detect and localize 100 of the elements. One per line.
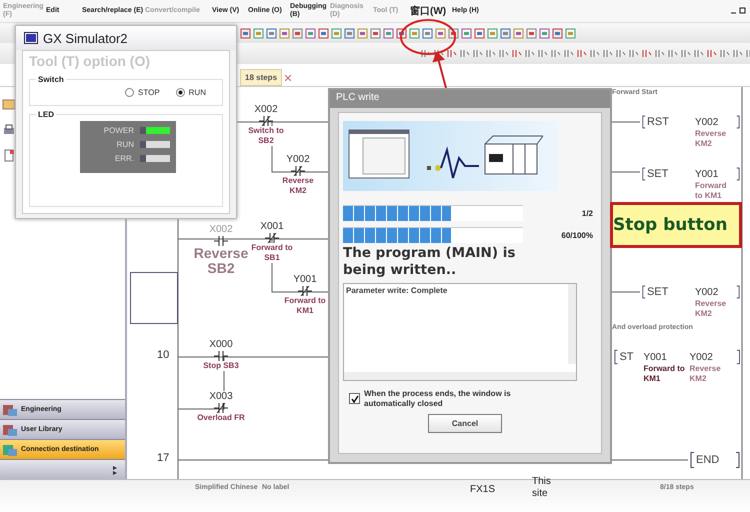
toolbar-icon[interactable] bbox=[615, 48, 626, 59]
toolbar-icon[interactable] bbox=[318, 28, 329, 38]
toolbar-icon[interactable] bbox=[357, 28, 368, 38]
minimize-icon[interactable] bbox=[730, 6, 746, 16]
toolbar-icon[interactable] bbox=[513, 28, 524, 38]
toolbar-icon[interactable] bbox=[266, 28, 277, 38]
toolbar-icon[interactable] bbox=[706, 48, 717, 59]
toolbar-icon[interactable] bbox=[667, 48, 678, 59]
led-label: POWER bbox=[104, 126, 134, 135]
toolbar-icon[interactable] bbox=[602, 48, 613, 59]
device-comment: Overload FR bbox=[197, 413, 245, 423]
toolbar-icon[interactable] bbox=[383, 28, 394, 38]
toolbar-icon[interactable] bbox=[422, 28, 433, 38]
toolbar-icon[interactable] bbox=[305, 28, 316, 38]
group-label: Switch bbox=[37, 75, 65, 84]
group-label: LED bbox=[37, 110, 55, 119]
toolbar-icon[interactable] bbox=[524, 48, 535, 59]
toolbar-icon[interactable] bbox=[487, 28, 498, 38]
app-icon bbox=[24, 32, 38, 44]
toolbar-icon[interactable] bbox=[654, 48, 665, 59]
progress-reading: 60/100% bbox=[560, 230, 594, 240]
toolbar-icon[interactable] bbox=[552, 28, 563, 38]
instruction-label: RST bbox=[646, 115, 670, 130]
highlight-circle bbox=[399, 18, 457, 56]
checkbox-label: When the process ends, the window is automatically closed bbox=[364, 389, 512, 409]
toolbar-icon[interactable] bbox=[409, 28, 420, 38]
log-field[interactable]: Parameter write: Complete bbox=[343, 283, 577, 381]
toolbar-icon[interactable] bbox=[732, 48, 743, 59]
document-icon[interactable] bbox=[2, 149, 16, 163]
toolbar-icon[interactable] bbox=[719, 48, 730, 59]
device-comment: Stop SB3 bbox=[203, 361, 239, 371]
radio-icon bbox=[125, 88, 134, 97]
toolbar-icon[interactable] bbox=[589, 48, 600, 59]
toolbar-icon[interactable] bbox=[344, 28, 355, 38]
toolbar-icon[interactable] bbox=[680, 48, 691, 59]
bracket-icon bbox=[690, 452, 695, 468]
led-label: RUN bbox=[116, 140, 134, 149]
contact-icon[interactable] bbox=[214, 236, 228, 246]
instruction-label: SET bbox=[646, 285, 670, 300]
radio-button[interactable]: RUN bbox=[176, 88, 206, 97]
line-number: 10 bbox=[157, 349, 170, 361]
scrollbar[interactable] bbox=[344, 372, 576, 380]
editor-tab[interactable]: 18 steps bbox=[240, 69, 282, 86]
toolbar-icon[interactable] bbox=[292, 28, 303, 38]
menu-item[interactable]: 窗口(W) bbox=[410, 6, 452, 16]
toolbar-icon[interactable] bbox=[435, 28, 446, 38]
bracket-icon bbox=[614, 349, 618, 365]
expand-icon[interactable] bbox=[113, 464, 119, 474]
device-comment: Forward to KM1 bbox=[643, 364, 686, 384]
cancel-button[interactable]: Cancel bbox=[428, 414, 502, 433]
toolbar-icon[interactable] bbox=[563, 48, 574, 59]
pointer-arrow bbox=[432, 52, 450, 88]
instruction-label: END bbox=[695, 453, 720, 468]
status-message: The program (MAIN) is being written.. bbox=[343, 245, 516, 279]
toolbar-icon[interactable] bbox=[370, 28, 381, 38]
toolbar-icon[interactable] bbox=[474, 28, 485, 38]
close-icon[interactable] bbox=[285, 75, 292, 81]
toolbar-icon[interactable] bbox=[253, 28, 264, 38]
scrollbar[interactable] bbox=[568, 284, 576, 364]
toolbar-icon[interactable] bbox=[446, 48, 457, 59]
checkbox[interactable] bbox=[349, 393, 360, 404]
toolbar-icon[interactable] bbox=[693, 48, 704, 59]
toolbar-icon[interactable] bbox=[331, 28, 342, 38]
radio-button[interactable]: STOP bbox=[125, 88, 160, 97]
toolbar-icon[interactable] bbox=[628, 48, 639, 59]
toolbar-icon[interactable] bbox=[472, 48, 483, 59]
toolbar-icon[interactable] bbox=[279, 28, 290, 38]
toolbar-icon[interactable] bbox=[498, 48, 509, 59]
contact-icon[interactable] bbox=[291, 166, 305, 176]
bracket-icon bbox=[736, 114, 740, 130]
toolbar-icon[interactable] bbox=[461, 28, 472, 38]
toolbar-icon[interactable] bbox=[550, 48, 561, 59]
toolbar-icon[interactable] bbox=[526, 28, 537, 38]
toolbar-icon[interactable] bbox=[537, 48, 548, 59]
device-comment: Reverse KM2 bbox=[694, 129, 728, 149]
bracket-icon bbox=[642, 114, 646, 130]
window-title: GX Simulator2 bbox=[43, 30, 128, 46]
contact-icon[interactable] bbox=[265, 233, 279, 243]
contact-icon[interactable] bbox=[298, 286, 312, 296]
bracket-icon bbox=[642, 284, 646, 300]
led-label: ERR. bbox=[114, 154, 134, 163]
toolbar-icon[interactable] bbox=[500, 28, 511, 38]
toolbar-icon[interactable] bbox=[511, 48, 522, 59]
instruction-label: SET bbox=[646, 167, 670, 182]
toolbar-icon[interactable] bbox=[420, 48, 431, 59]
toolbar-icon[interactable] bbox=[565, 28, 576, 38]
contact-icon[interactable] bbox=[214, 403, 228, 413]
callout-label: Stop button bbox=[610, 202, 742, 248]
printer-icon[interactable] bbox=[2, 123, 16, 137]
dialog-title: PLC write bbox=[330, 90, 610, 108]
toolbar-icon[interactable] bbox=[641, 48, 652, 59]
toolbar-icon[interactable] bbox=[539, 28, 550, 38]
toolbar-icon[interactable] bbox=[485, 48, 496, 59]
contact-icon[interactable] bbox=[214, 351, 228, 361]
toolbar-icon[interactable] bbox=[459, 48, 470, 59]
device-label: X003 bbox=[209, 391, 233, 403]
toolbar-icon[interactable] bbox=[240, 28, 251, 38]
bracket-icon bbox=[642, 166, 646, 182]
toolbar-icon[interactable] bbox=[576, 48, 587, 59]
contact-icon[interactable] bbox=[259, 116, 273, 126]
